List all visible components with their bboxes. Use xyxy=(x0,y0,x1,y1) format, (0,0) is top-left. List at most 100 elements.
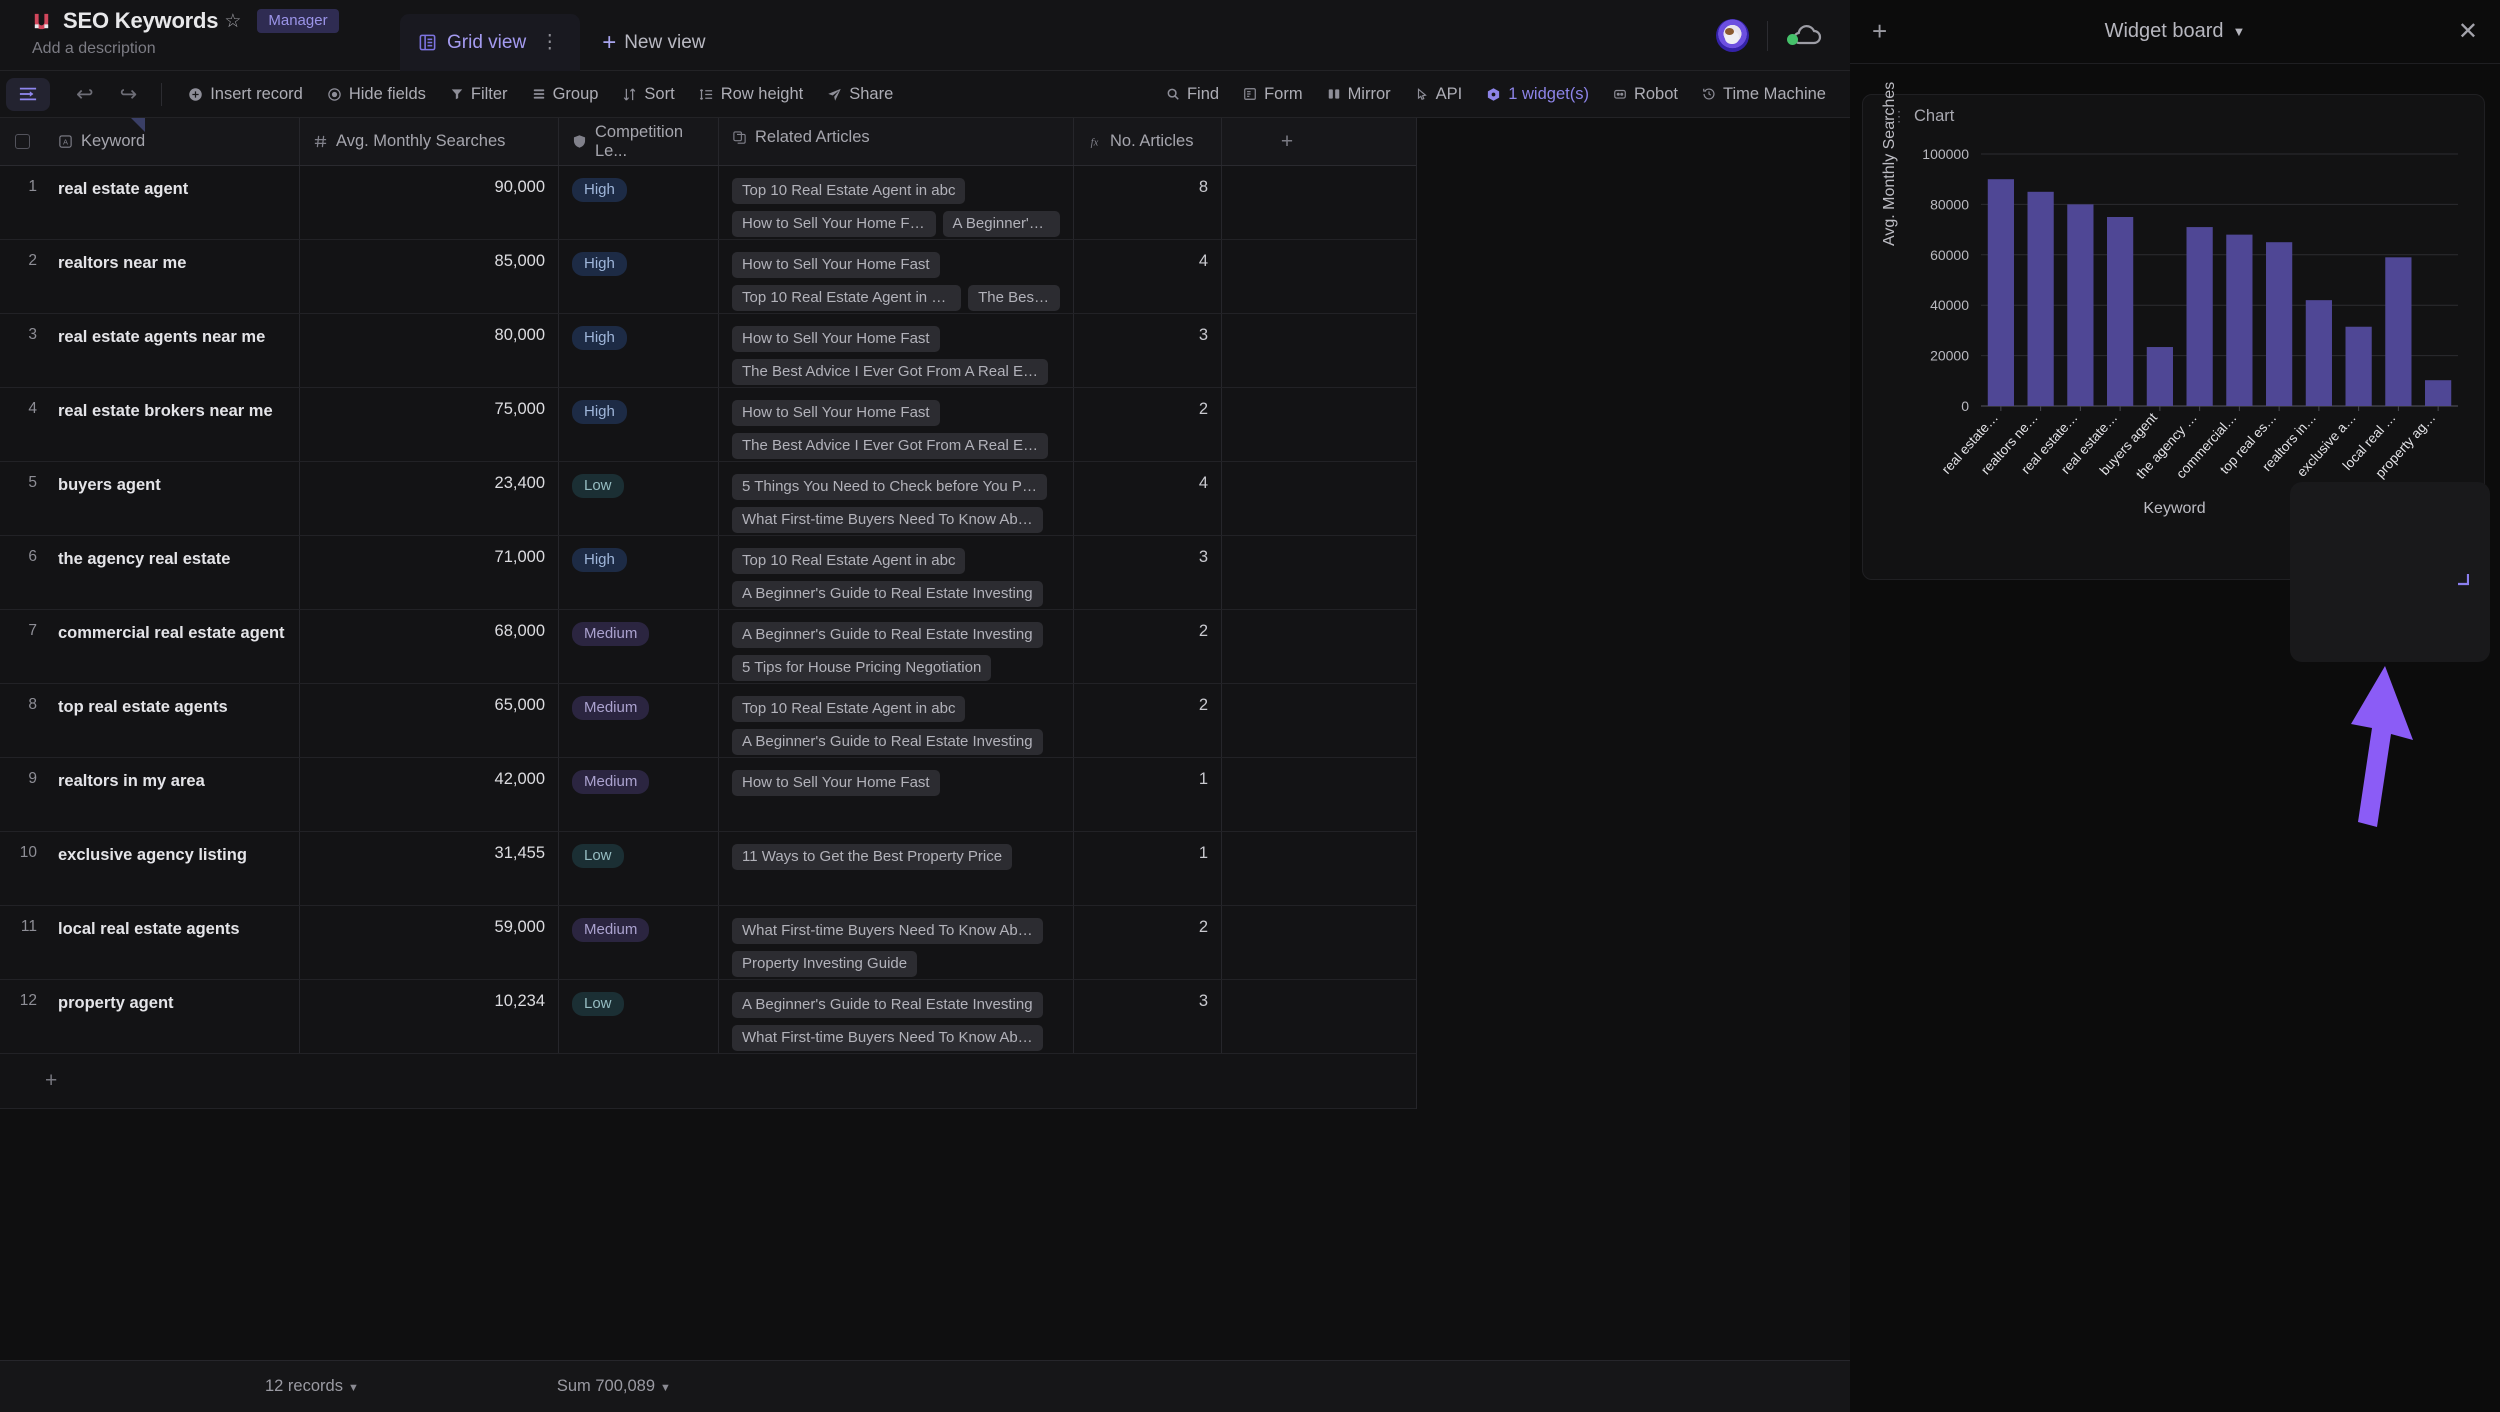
star-outline-icon[interactable]: ☆ xyxy=(224,12,241,31)
cell-no-articles[interactable]: 1 xyxy=(1074,758,1222,831)
related-article-chip[interactable]: What First-time Buyers Need To Know Ab… xyxy=(732,1025,1043,1051)
cell-competition-level[interactable]: High xyxy=(559,314,719,387)
related-article-chip[interactable]: The Best Advice I Ever Got From A Real E… xyxy=(732,359,1048,385)
related-article-chip[interactable]: Top 10 Real Estate Agent in abc xyxy=(732,178,966,204)
cell-avg-monthly-searches[interactable]: 75,000 xyxy=(300,388,559,461)
related-article-chip[interactable]: 5 Things You Need to Check before You P… xyxy=(732,474,1047,500)
column-header-searches[interactable]: Avg. Monthly Searches xyxy=(300,118,559,165)
cell-no-articles[interactable]: 2 xyxy=(1074,388,1222,461)
column-header-related[interactable]: Related Articles xyxy=(719,118,1074,165)
sidebar-expand-icon[interactable] xyxy=(6,77,50,111)
cell-keyword[interactable]: real estate agent xyxy=(45,166,300,239)
cell-competition-level[interactable]: High xyxy=(559,536,719,609)
cell-keyword[interactable]: local real estate agents xyxy=(45,906,300,979)
add-field-button[interactable]: + xyxy=(1222,118,1352,165)
cell-keyword[interactable]: exclusive agency listing xyxy=(45,832,300,905)
related-article-chip[interactable]: How to Sell Your Home Fast xyxy=(732,770,940,796)
record-count[interactable]: 12 records ▼ xyxy=(265,1377,359,1396)
api-button[interactable]: API xyxy=(1405,80,1473,109)
insert-record-button[interactable]: Insert record xyxy=(178,80,313,109)
table-row[interactable]: 8 top real estate agents 65,000 Medium Top 1… xyxy=(0,684,1416,758)
cell-no-articles[interactable]: 2 xyxy=(1074,906,1222,979)
row-height-button[interactable]: Row height xyxy=(689,80,814,109)
cell-keyword[interactable]: property agent xyxy=(45,980,300,1053)
cell-related-articles[interactable]: 5 Things You Need to Check before You P…… xyxy=(719,462,1074,535)
cell-related-articles[interactable]: How to Sell Your Home Fast xyxy=(719,758,1074,831)
cell-competition-level[interactable]: Medium xyxy=(559,758,719,831)
cell-related-articles[interactable]: How to Sell Your Home Fast The Best Advic… xyxy=(719,388,1074,461)
cell-keyword[interactable]: realtors near me xyxy=(45,240,300,313)
table-row[interactable]: 5 buyers agent 23,400 Low 5 Things You Need … xyxy=(0,462,1416,536)
cell-keyword[interactable]: buyers agent xyxy=(45,462,300,535)
add-record-row[interactable]: + xyxy=(0,1054,1416,1109)
table-row[interactable]: 10 exclusive agency listing 31,455 Low 11 Wa… xyxy=(0,832,1416,906)
related-article-chip[interactable]: 11 Ways to Get the Best Property Price xyxy=(732,844,1013,870)
related-article-chip[interactable]: The Best A xyxy=(968,285,1060,311)
column-header-competition[interactable]: Competition Le... xyxy=(559,118,719,165)
cell-keyword[interactable]: real estate brokers near me xyxy=(45,388,300,461)
cell-avg-monthly-searches[interactable]: 42,000 xyxy=(300,758,559,831)
avatar[interactable] xyxy=(1716,19,1749,52)
cell-no-articles[interactable]: 3 xyxy=(1074,980,1222,1053)
table-row[interactable]: 3 real estate agents near me 80,000 High How… xyxy=(0,314,1416,388)
cell-no-articles[interactable]: 3 xyxy=(1074,536,1222,609)
time-machine-button[interactable]: Time Machine xyxy=(1692,80,1836,109)
tab-more-icon[interactable]: ⋮ xyxy=(536,33,564,52)
cell-keyword[interactable]: the agency real estate xyxy=(45,536,300,609)
filter-button[interactable]: Filter xyxy=(440,80,518,109)
cell-avg-monthly-searches[interactable]: 59,000 xyxy=(300,906,559,979)
cell-avg-monthly-searches[interactable]: 90,000 xyxy=(300,166,559,239)
share-button[interactable]: Share xyxy=(817,80,903,109)
add-widget-button[interactable]: + xyxy=(1872,16,1912,47)
cell-related-articles[interactable]: How to Sell Your Home Fast Top 10 Real Es… xyxy=(719,240,1074,313)
cell-no-articles[interactable]: 4 xyxy=(1074,462,1222,535)
close-panel-button[interactable]: ✕ xyxy=(2438,17,2478,46)
form-button[interactable]: Form xyxy=(1233,80,1313,109)
related-article-chip[interactable]: The Best Advice I Ever Got From A Real E… xyxy=(732,433,1048,459)
cell-competition-level[interactable]: Medium xyxy=(559,610,719,683)
tab-new-view[interactable]: + New view xyxy=(580,14,727,71)
cell-avg-monthly-searches[interactable]: 10,234 xyxy=(300,980,559,1053)
related-article-chip[interactable]: A Beginner's Guide to Real Estate Invest… xyxy=(732,581,1043,607)
cell-no-articles[interactable]: 4 xyxy=(1074,240,1222,313)
cell-keyword[interactable]: top real estate agents xyxy=(45,684,300,757)
table-row[interactable]: 1 real estate agent 90,000 High Top 10 Real … xyxy=(0,166,1416,240)
cell-competition-level[interactable]: Low xyxy=(559,980,719,1053)
cell-competition-level[interactable]: High xyxy=(559,388,719,461)
cell-competition-level[interactable]: High xyxy=(559,166,719,239)
column-header-articles[interactable]: fx No. Articles xyxy=(1074,118,1222,165)
hide-fields-button[interactable]: Hide fields xyxy=(317,80,436,109)
related-article-chip[interactable]: A Beginner's G xyxy=(942,211,1060,237)
related-article-chip[interactable]: 5 Tips for House Pricing Negotiation xyxy=(732,655,992,681)
related-article-chip[interactable]: A Beginner's Guide to Real Estate Invest… xyxy=(732,729,1043,755)
cell-competition-level[interactable]: Low xyxy=(559,462,719,535)
cell-keyword[interactable]: commercial real estate agent xyxy=(45,610,300,683)
related-article-chip[interactable]: How to Sell Your Home Fast xyxy=(732,252,940,278)
cell-avg-monthly-searches[interactable]: 85,000 xyxy=(300,240,559,313)
description-placeholder[interactable]: Add a description xyxy=(30,40,339,58)
tab-grid-view[interactable]: Grid view ⋮ xyxy=(400,14,581,71)
robot-button[interactable]: Robot xyxy=(1603,80,1688,109)
cell-keyword[interactable]: real estate agents near me xyxy=(45,314,300,387)
cloud-sync-icon[interactable] xyxy=(1768,23,1846,49)
related-article-chip[interactable]: How to Sell Your Home Fast xyxy=(732,326,940,352)
related-article-chip[interactable]: Top 10 Real Estate Agent in abc xyxy=(732,285,962,311)
related-article-chip[interactable]: Top 10 Real Estate Agent in abc xyxy=(732,548,966,574)
cell-avg-monthly-searches[interactable]: 31,455 xyxy=(300,832,559,905)
redo-arrow-icon[interactable]: ↪ xyxy=(112,80,146,109)
cell-no-articles[interactable]: 1 xyxy=(1074,832,1222,905)
related-article-chip[interactable]: Property Investing Guide xyxy=(732,951,918,977)
cell-avg-monthly-searches[interactable]: 80,000 xyxy=(300,314,559,387)
related-article-chip[interactable]: A Beginner's Guide to Real Estate Invest… xyxy=(732,992,1043,1018)
cell-related-articles[interactable]: What First-time Buyers Need To Know Ab… P… xyxy=(719,906,1074,979)
undo-arrow-icon[interactable]: ↩ xyxy=(68,80,102,109)
table-row[interactable]: 6 the agency real estate 71,000 High Top 10 … xyxy=(0,536,1416,610)
cell-no-articles[interactable]: 2 xyxy=(1074,610,1222,683)
cell-avg-monthly-searches[interactable]: 71,000 xyxy=(300,536,559,609)
select-all-checkbox[interactable] xyxy=(0,118,45,165)
related-article-chip[interactable]: What First-time Buyers Need To Know Ab… xyxy=(732,918,1043,944)
cell-no-articles[interactable]: 2 xyxy=(1074,684,1222,757)
cell-no-articles[interactable]: 3 xyxy=(1074,314,1222,387)
group-button[interactable]: Group xyxy=(522,80,609,109)
cell-competition-level[interactable]: High xyxy=(559,240,719,313)
